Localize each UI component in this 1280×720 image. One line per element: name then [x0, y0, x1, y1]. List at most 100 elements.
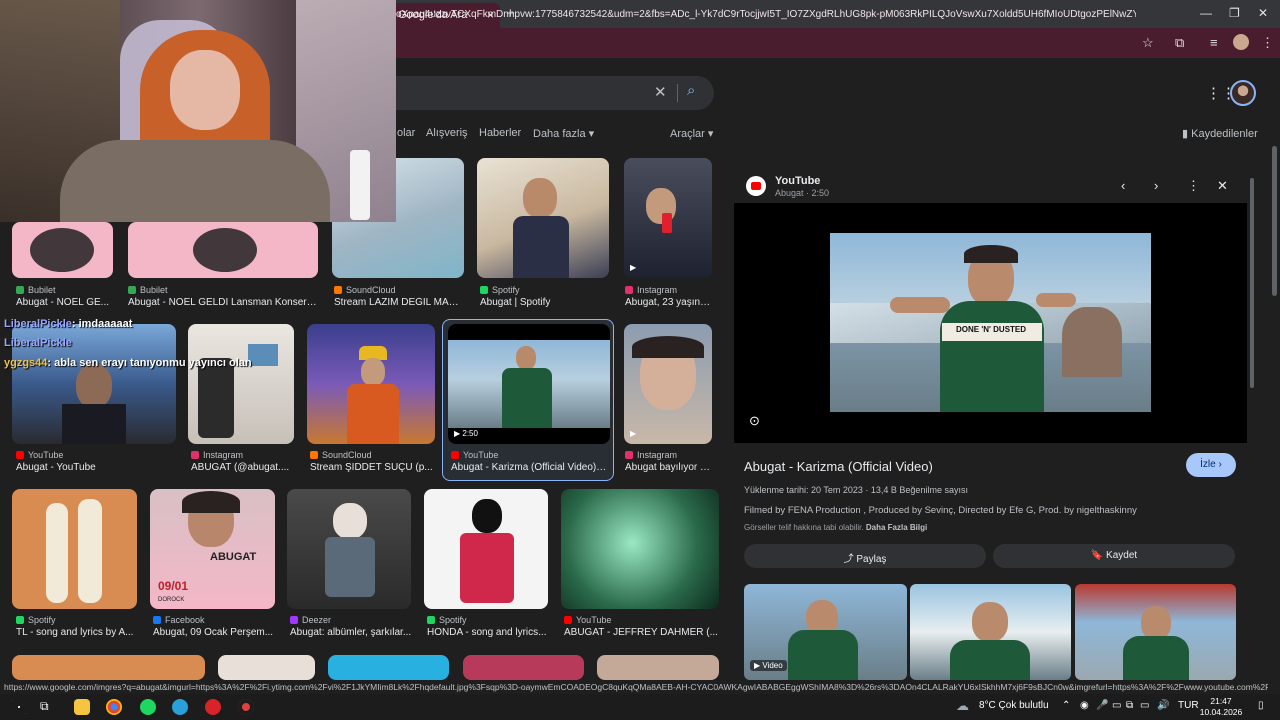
shirt-text: DONE 'N' DUSTED — [956, 325, 1027, 334]
tray-chevron-icon[interactable]: ⌃ — [1062, 700, 1070, 711]
result-thumbnail[interactable] — [307, 324, 435, 444]
panel-site-name[interactable]: YouTube — [775, 175, 820, 187]
search-icon[interactable]: ⌕ — [687, 82, 695, 99]
result-caption[interactable]: Stream LAZIM DEĞİL MAG... — [334, 297, 464, 308]
maximize-button[interactable]: ❐ — [1229, 6, 1240, 20]
result-caption[interactable]: Abugat | Spotify — [480, 297, 610, 308]
weather-text[interactable]: 8°C Çok bulutlu — [979, 700, 1049, 711]
result-caption[interactable]: TL - song and lyrics by A... — [16, 627, 140, 638]
task-view-icon[interactable]: ⧉ — [40, 699, 56, 715]
result-thumbnail[interactable] — [218, 655, 315, 680]
obs-icon[interactable] — [238, 699, 254, 715]
windows-start-icon[interactable] — [12, 700, 26, 714]
previous-chevron-icon[interactable]: ‹ — [1121, 178, 1125, 193]
more-options-icon[interactable]: ⋮ — [1187, 178, 1200, 194]
poster-name: ABUGAT — [210, 551, 257, 563]
media-icon[interactable]: ≡ — [1210, 35, 1218, 50]
menu-kebab-icon[interactable]: ⋮ — [1261, 35, 1274, 51]
result-thumbnail[interactable] — [424, 489, 548, 609]
result-caption[interactable]: ABUGAT (@abugat.... — [191, 462, 296, 473]
result-thumbnail[interactable] — [561, 489, 719, 609]
tray-app-icon[interactable]: ◉ — [1080, 700, 1089, 711]
result-caption[interactable]: Abugat bayılıyor #... — [625, 462, 713, 473]
result-caption[interactable]: Abugat - Karizma (Official Video) -... — [451, 462, 609, 473]
result-source: Spotify — [480, 285, 520, 295]
result-thumbnail[interactable]: ▶ — [624, 324, 712, 444]
bookmark-star-icon[interactable]: ☆ — [1142, 35, 1154, 51]
result-source: Instagram — [625, 285, 677, 295]
result-caption[interactable]: Abugat - NOEL GELDİ Lansman Konseri ... — [128, 297, 318, 308]
network-icon[interactable]: ▭ — [1140, 700, 1149, 711]
related-thumbnail[interactable]: ▶ Video — [744, 584, 907, 680]
page-scrollbar[interactable] — [1272, 146, 1277, 296]
display-icon[interactable]: ▭ — [1112, 700, 1121, 711]
save-button[interactable]: 🔖 Kaydet — [993, 544, 1235, 568]
share-button[interactable]: ⤴ Paylaş — [744, 544, 986, 568]
spotify-icon[interactable] — [140, 699, 156, 715]
result-caption[interactable]: Abugat, 09 Ocak Perşem... — [153, 627, 277, 638]
result-caption[interactable]: Stream ŞİDDET SUÇU (p... — [310, 462, 438, 473]
related-thumbnail[interactable] — [910, 584, 1071, 680]
nav-item-more[interactable]: Daha fazla ▾ — [533, 127, 594, 140]
minimize-button[interactable]: — — [1200, 6, 1212, 20]
saved-button[interactable]: ▮ Kaydedilenler — [1182, 127, 1258, 140]
close-panel-icon[interactable]: ✕ — [1217, 178, 1228, 194]
nav-item-partial[interactable]: olar — [397, 127, 415, 139]
profile-avatar-icon[interactable] — [1233, 34, 1249, 50]
result-source: Spotify — [427, 615, 467, 625]
edge-icon[interactable] — [172, 699, 188, 715]
result-title[interactable]: Abugat - Karizma (Official Video) — [744, 459, 933, 474]
file-explorer-icon[interactable] — [74, 699, 90, 715]
result-source: Spotify — [16, 615, 56, 625]
chrome-icon[interactable] — [106, 699, 122, 715]
opera-icon[interactable] — [205, 699, 221, 715]
google-lens-icon[interactable]: ⊙ — [749, 413, 760, 429]
result-thumbnail[interactable] — [328, 655, 449, 680]
result-thumbnail-poster[interactable]: ABUGAT 09/01 DOROCK — [150, 489, 275, 609]
clear-search-icon[interactable]: ✕ — [654, 83, 667, 101]
result-caption[interactable]: Abugat - NOEL GE... — [16, 297, 116, 308]
volume-icon[interactable]: 🔊 — [1157, 700, 1169, 711]
result-caption[interactable]: Abugat, 23 yaşınd... — [625, 297, 713, 308]
result-thumbnail[interactable] — [463, 655, 584, 680]
result-thumbnail[interactable] — [287, 489, 411, 609]
notification-icon[interactable]: ▯ — [1258, 700, 1264, 711]
result-source: Instagram — [625, 450, 677, 460]
account-avatar[interactable] — [1230, 80, 1256, 106]
result-thumbnail[interactable] — [12, 222, 113, 278]
tools-button[interactable]: Araçlar ▾ — [670, 127, 713, 140]
nav-item-news[interactable]: Haberler — [479, 127, 521, 139]
result-caption[interactable]: Abugat - YouTube — [16, 462, 176, 473]
search-box[interactable]: ✕ ⌕ — [396, 76, 714, 110]
result-thumbnail[interactable] — [597, 655, 719, 680]
taskbar-clock[interactable]: 21:47 10.04.2026 — [1198, 696, 1244, 718]
copyright-notice: Görseller telif hakkına tabi olabilir. D… — [744, 523, 928, 532]
result-thumbnail[interactable] — [477, 158, 609, 278]
result-caption[interactable]: Abugat: albümler, şarkılar... — [290, 627, 414, 638]
result-thumbnail-video[interactable]: ▶ 2:50 — [448, 324, 610, 444]
youtube-logo-icon — [746, 176, 766, 196]
result-thumbnail[interactable] — [128, 222, 318, 278]
extensions-icon[interactable]: ⧉ — [1175, 35, 1184, 51]
url-field[interactable]: oXpau4uzzvTCXqFkmDnnpvw:1775846732542&ud… — [396, 9, 1136, 20]
result-thumbnail[interactable] — [12, 489, 137, 609]
microphone-icon[interactable]: 🎤 — [1096, 700, 1108, 711]
panel-scrollbar[interactable] — [1250, 178, 1254, 388]
language-indicator[interactable]: TUR — [1178, 700, 1199, 711]
webcam-overlay — [0, 0, 396, 222]
watch-button[interactable]: İzle › — [1186, 453, 1236, 477]
more-info-link[interactable]: Daha Fazla Bilgi — [866, 523, 927, 532]
nav-item-shopping[interactable]: Alışveriş — [426, 127, 468, 139]
result-thumbnail[interactable]: ▶ — [624, 158, 712, 278]
result-thumbnail[interactable] — [12, 655, 205, 680]
result-caption[interactable]: HONDA - song and lyrics... — [427, 627, 551, 638]
related-thumbnail[interactable] — [1075, 584, 1236, 680]
result-credits: Filmed by FENA Production , Produced by … — [744, 505, 1137, 516]
preview-image[interactable]: DONE 'N' DUSTED — [830, 233, 1151, 412]
next-chevron-icon[interactable]: › — [1154, 178, 1158, 193]
close-window-button[interactable]: ✕ — [1258, 6, 1268, 20]
result-thumbnail[interactable] — [188, 324, 294, 444]
tray-icon[interactable]: ⧉ — [1126, 700, 1133, 711]
result-source: SoundCloud — [310, 450, 372, 460]
result-caption[interactable]: ABUGAT - JEFFREY DAHMER (... — [564, 627, 720, 638]
